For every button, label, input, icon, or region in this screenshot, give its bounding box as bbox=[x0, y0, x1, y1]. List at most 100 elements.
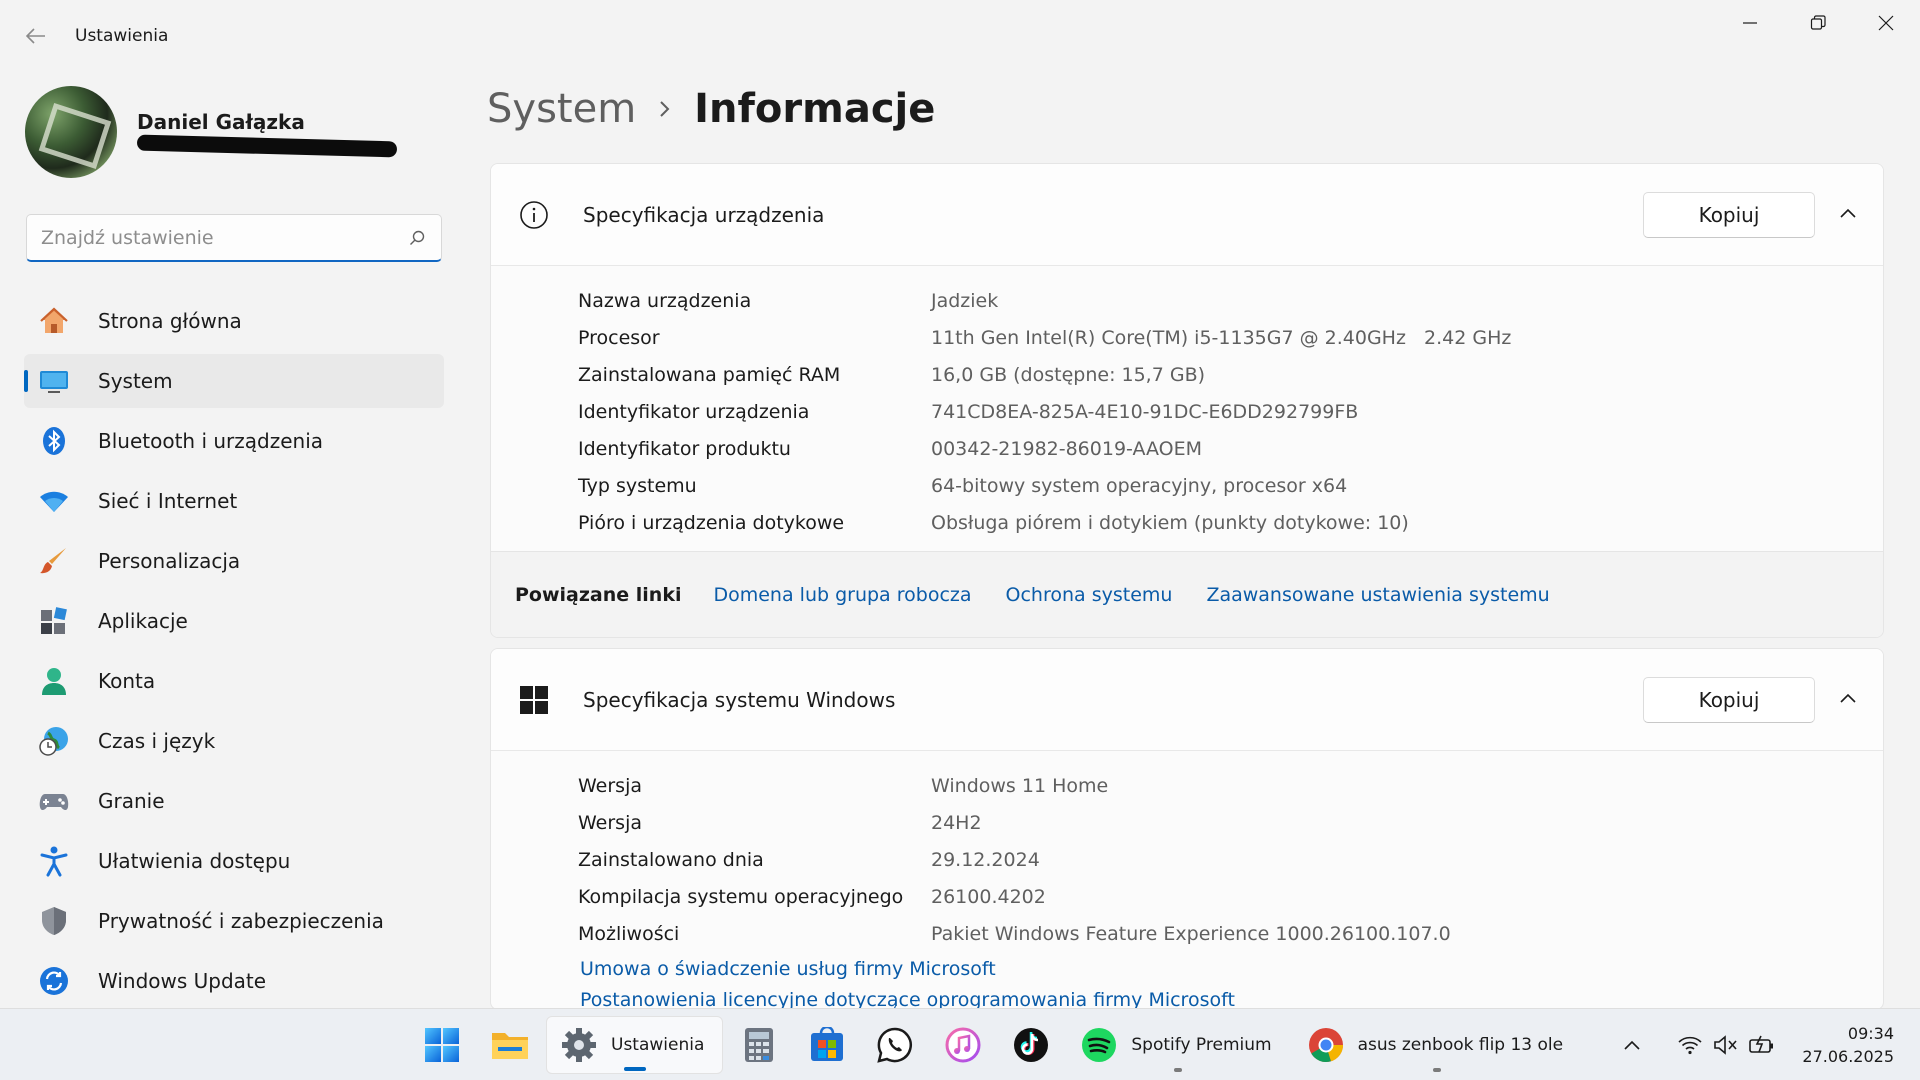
store-icon bbox=[805, 1023, 849, 1067]
app-title: Ustawienia bbox=[75, 26, 169, 46]
start-button[interactable] bbox=[410, 1016, 474, 1074]
spec-row: Identyfikator urządzenia 741CD8EA-825A-4E… bbox=[578, 400, 1359, 423]
taskbar-tiktok[interactable] bbox=[999, 1016, 1063, 1074]
sidebar-item-gaming[interactable]: Granie bbox=[24, 774, 444, 828]
sidebar-item-privacy[interactable]: Prywatność i zabezpieczenia bbox=[24, 894, 444, 948]
calculator-icon bbox=[737, 1023, 781, 1067]
clock-globe-icon bbox=[38, 725, 70, 757]
chrome-icon bbox=[1304, 1023, 1348, 1067]
link-advanced-system-settings[interactable]: Zaawansowane ustawienia systemu bbox=[1206, 584, 1549, 606]
sidebar-item-personalization[interactable]: Personalizacja bbox=[24, 534, 444, 588]
spec-row: Typ systemu 64-bitowy system operacyjny, … bbox=[578, 474, 1348, 497]
breadcrumb-parent[interactable]: System bbox=[487, 86, 636, 132]
link-system-protection[interactable]: Ochrona systemu bbox=[1006, 584, 1173, 606]
sidebar-item-windows-update[interactable]: Windows Update bbox=[24, 954, 444, 1008]
sidebar: Daniel Gałązka Strona główna System Blue bbox=[0, 72, 460, 1008]
close-icon bbox=[1878, 15, 1894, 31]
running-indicator bbox=[1174, 1068, 1183, 1072]
chevron-up-icon[interactable] bbox=[1837, 687, 1859, 709]
chevron-up-icon[interactable] bbox=[1614, 1027, 1650, 1063]
sidebar-item-network[interactable]: Sieć i Internet bbox=[24, 474, 444, 528]
copy-device-spec-button[interactable]: Kopiuj bbox=[1643, 192, 1815, 238]
link-domain-workgroup[interactable]: Domena lub grupa robocza bbox=[713, 584, 971, 606]
spec-row: Zainstalowana pamięć RAM 16,0 GB (dostępn… bbox=[578, 363, 1206, 386]
wifi-icon[interactable] bbox=[1672, 1027, 1708, 1063]
taskbar-file-explorer[interactable] bbox=[478, 1016, 542, 1074]
taskbar-spotify[interactable]: Spotify Premium bbox=[1067, 1016, 1289, 1074]
person-icon bbox=[38, 665, 70, 697]
monitor-icon bbox=[38, 365, 70, 397]
spec-row: Wersja 24H2 bbox=[578, 811, 982, 834]
gear-icon bbox=[557, 1023, 601, 1067]
chevron-right-icon bbox=[658, 99, 672, 119]
taskbar-whatsapp[interactable] bbox=[863, 1016, 927, 1074]
spec-row: Zainstalowano dnia 29.12.2024 bbox=[578, 848, 1040, 871]
windows-logo-icon bbox=[420, 1023, 464, 1067]
taskbar-calculator[interactable] bbox=[727, 1016, 791, 1074]
bluetooth-icon bbox=[38, 425, 70, 457]
spec-row: Możliwości Pakiet Windows Feature Experie… bbox=[578, 922, 1451, 945]
sidebar-item-apps[interactable]: Aplikacje bbox=[24, 594, 444, 648]
update-icon bbox=[38, 965, 70, 997]
spotify-icon bbox=[1077, 1023, 1121, 1067]
gamepad-icon bbox=[38, 785, 70, 817]
spec-row: Kompilacja systemu operacyjnego 26100.420… bbox=[578, 885, 1046, 908]
taskbar-itunes[interactable] bbox=[931, 1016, 995, 1074]
battery-charging-icon[interactable] bbox=[1744, 1027, 1780, 1063]
user-profile[interactable]: Daniel Gałązka bbox=[25, 86, 398, 178]
chevron-up-icon[interactable] bbox=[1837, 202, 1859, 224]
wifi-icon bbox=[38, 485, 70, 517]
restore-icon bbox=[1810, 15, 1826, 30]
taskbar: Ustawienia Spotify Premium asus zenbook … bbox=[0, 1008, 1920, 1080]
taskbar-apps: Ustawienia Spotify Premium asus zenbook … bbox=[410, 1009, 1585, 1080]
search-input[interactable] bbox=[41, 226, 407, 249]
search-box[interactable] bbox=[26, 214, 442, 262]
clock[interactable]: 09:34 27.06.2025 bbox=[1802, 1022, 1894, 1068]
related-links-title: Powiązane linki bbox=[515, 583, 682, 606]
brush-icon bbox=[38, 545, 70, 577]
system-tray: 09:34 27.06.2025 bbox=[1614, 1009, 1920, 1080]
whatsapp-icon bbox=[873, 1023, 917, 1067]
close-button[interactable] bbox=[1852, 0, 1920, 46]
folder-icon bbox=[488, 1023, 532, 1067]
minimize-button[interactable] bbox=[1716, 0, 1784, 46]
sidebar-item-home[interactable]: Strona główna bbox=[24, 294, 444, 348]
nav-list: Strona główna System Bluetooth i urządze… bbox=[24, 294, 444, 1014]
related-links: Powiązane linki Domena lub grupa robocza… bbox=[491, 551, 1883, 637]
clock-time: 09:34 bbox=[1847, 1024, 1894, 1043]
apps-icon bbox=[38, 605, 70, 637]
taskbar-microsoft-store[interactable] bbox=[795, 1016, 859, 1074]
windows-spec-header[interactable]: Specyfikacja systemu Windows Kopiuj bbox=[491, 649, 1883, 751]
page-title: Informacje bbox=[694, 86, 936, 132]
taskbar-settings[interactable]: Ustawienia bbox=[546, 1016, 724, 1074]
windows-logo-icon bbox=[517, 683, 551, 717]
sidebar-item-bluetooth[interactable]: Bluetooth i urządzenia bbox=[24, 414, 444, 468]
spec-row: Pióro i urządzenia dotykowe Obsługa pióre… bbox=[578, 511, 1409, 534]
sidebar-item-system[interactable]: System bbox=[24, 354, 444, 408]
accessibility-icon bbox=[38, 845, 70, 877]
avatar bbox=[25, 86, 117, 178]
link-ms-services-agreement[interactable]: Umowa o świadczenie usług firmy Microsof… bbox=[580, 954, 1883, 985]
sidebar-item-time-language[interactable]: Czas i język bbox=[24, 714, 444, 768]
speaker-muted-icon[interactable] bbox=[1708, 1027, 1744, 1063]
info-icon bbox=[517, 198, 551, 232]
copy-windows-spec-button[interactable]: Kopiuj bbox=[1643, 677, 1815, 723]
window-controls bbox=[1716, 0, 1920, 46]
title-bar: Ustawienia bbox=[0, 0, 1920, 72]
sidebar-item-accounts[interactable]: Konta bbox=[24, 654, 444, 708]
back-button[interactable] bbox=[20, 22, 52, 50]
sidebar-item-accessibility[interactable]: Ułatwienia dostępu bbox=[24, 834, 444, 888]
device-spec-header[interactable]: Specyfikacja urządzenia Kopiuj bbox=[491, 164, 1883, 266]
home-icon bbox=[38, 305, 70, 337]
spec-row: Nazwa urządzenia Jadziek bbox=[578, 289, 999, 312]
clock-date: 27.06.2025 bbox=[1802, 1047, 1894, 1066]
search-icon[interactable] bbox=[407, 228, 427, 248]
minimize-icon bbox=[1743, 22, 1757, 24]
active-indicator bbox=[623, 1067, 646, 1071]
windows-spec-title: Specyfikacja systemu Windows bbox=[583, 687, 896, 712]
spec-row: Wersja Windows 11 Home bbox=[578, 774, 1109, 797]
device-spec-card: Specyfikacja urządzenia Kopiuj Nazwa urz… bbox=[490, 163, 1884, 638]
taskbar-chrome[interactable]: asus zenbook flip 13 ole bbox=[1294, 1016, 1582, 1074]
restore-button[interactable] bbox=[1784, 0, 1852, 46]
link-ms-license-terms[interactable]: Postanowienia licencyjne dotyczące oprog… bbox=[580, 985, 1883, 1009]
